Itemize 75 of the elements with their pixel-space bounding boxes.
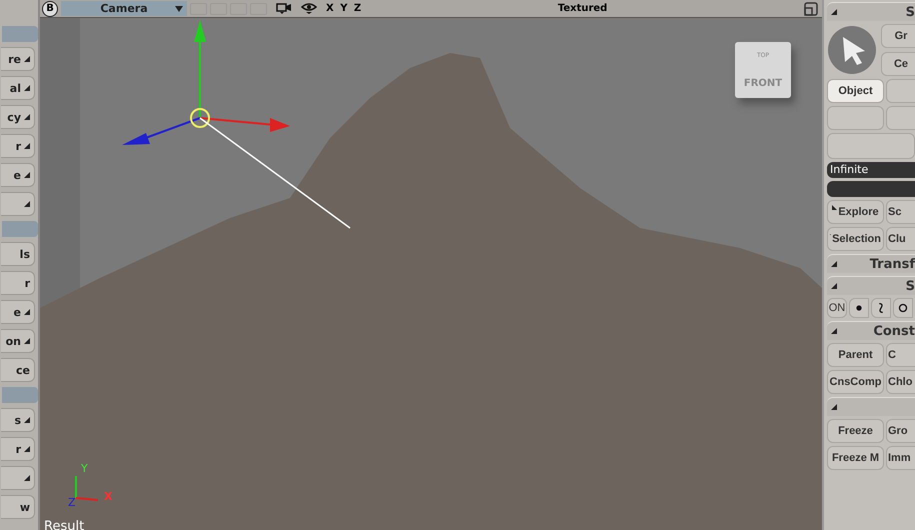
menu-arrow-icon <box>24 143 30 149</box>
panel-button[interactable]: Imm <box>886 446 915 470</box>
panel-button[interactable]: Explore <box>827 200 884 224</box>
snap-curve-button[interactable] <box>871 298 891 318</box>
panel-header[interactable]: Transf <box>827 254 915 273</box>
input-field[interactable]: Infinite <box>827 162 915 178</box>
menu-arrow-icon <box>24 114 30 120</box>
panel-button[interactable] <box>1 192 35 216</box>
viewport-caption: Result <box>44 519 84 530</box>
caret-icon <box>175 6 183 12</box>
menu-arrow-icon <box>832 205 838 210</box>
panel-button[interactable]: r <box>1 437 35 461</box>
menu-arrow-icon <box>831 283 837 289</box>
axes-label[interactable]: X Y Z <box>326 3 362 14</box>
panel-button[interactable]: Clu <box>886 227 915 251</box>
panel-button[interactable]: Gro <box>886 419 915 443</box>
axis-label: X <box>104 490 112 503</box>
cube-face-label: FRONT <box>744 78 782 88</box>
panel-button[interactable]: w <box>1 495 35 519</box>
circle-icon <box>896 301 910 315</box>
menu-arrow-icon <box>24 338 30 344</box>
panel-header[interactable] <box>2 221 38 237</box>
panel-button[interactable]: re <box>1 47 35 71</box>
panel-button[interactable]: Gr <box>881 24 915 48</box>
shading-dropdown[interactable]: Textured <box>558 3 608 14</box>
menu-arrow-icon <box>831 328 837 334</box>
panel-button[interactable]: cy <box>1 105 35 129</box>
maximize-icon[interactable] <box>804 2 818 16</box>
panel-button[interactable]: ce <box>1 358 35 382</box>
axis-label: Z <box>68 496 76 509</box>
panel-button[interactable]: Chlo <box>886 370 915 394</box>
panel-header[interactable] <box>827 397 915 416</box>
panel-button[interactable]: Object <box>827 79 884 103</box>
panel-button[interactable]: C <box>886 343 915 367</box>
input-field[interactable] <box>827 181 915 197</box>
eye-icon[interactable] <box>301 2 317 14</box>
panel-header[interactable]: S <box>827 276 915 295</box>
viewport-badge[interactable]: B <box>42 0 58 16</box>
panel-button[interactable]: r <box>1 134 35 158</box>
axis-label: Y <box>81 462 88 475</box>
panel-button[interactable]: on <box>1 329 35 353</box>
menu-arrow-icon <box>24 56 30 62</box>
panel-button[interactable]: ls <box>1 242 35 266</box>
camera-dropdown[interactable]: Camera <box>61 1 187 16</box>
panel-button[interactable]: ON <box>827 298 847 318</box>
panel-button[interactable]: Selection <box>827 227 884 251</box>
panel-button[interactable]: Freeze <box>827 419 884 443</box>
panel-header[interactable]: Const <box>827 321 915 340</box>
snap-dot-button[interactable] <box>849 298 869 318</box>
menu-arrow-icon <box>24 85 30 91</box>
panel-button[interactable]: e <box>1 163 35 187</box>
panel-header[interactable]: S <box>827 2 915 21</box>
menu-arrow-icon <box>831 261 837 267</box>
panel-header[interactable] <box>2 387 38 403</box>
panel-button[interactable]: Parent <box>827 343 884 367</box>
menu-arrow-icon <box>24 446 30 452</box>
panel-button[interactable]: r <box>1 271 35 295</box>
panel-button[interactable]: CnsComp <box>827 370 884 394</box>
menu-arrow-icon <box>24 172 30 178</box>
menu-arrow-icon <box>831 404 837 410</box>
panel-button[interactable]: Freeze M <box>827 446 884 470</box>
panel-button[interactable]: al <box>1 76 35 100</box>
panel-header[interactable] <box>2 26 38 42</box>
snap-circle-button[interactable] <box>893 298 913 318</box>
panel-button[interactable]: Sc <box>886 200 915 224</box>
menu-arrow-icon <box>24 309 30 315</box>
panel-button[interactable]: s <box>1 408 35 432</box>
menu-arrow-icon <box>24 417 30 423</box>
panel-button[interactable]: e <box>1 300 35 324</box>
panel-button[interactable]: Ce <box>881 52 915 76</box>
video-camera-icon[interactable] <box>276 2 292 14</box>
menu-arrow-icon <box>831 9 837 15</box>
panel-button[interactable] <box>1 466 35 490</box>
menu-arrow-icon <box>24 201 30 207</box>
menu-arrow-icon <box>24 475 30 481</box>
